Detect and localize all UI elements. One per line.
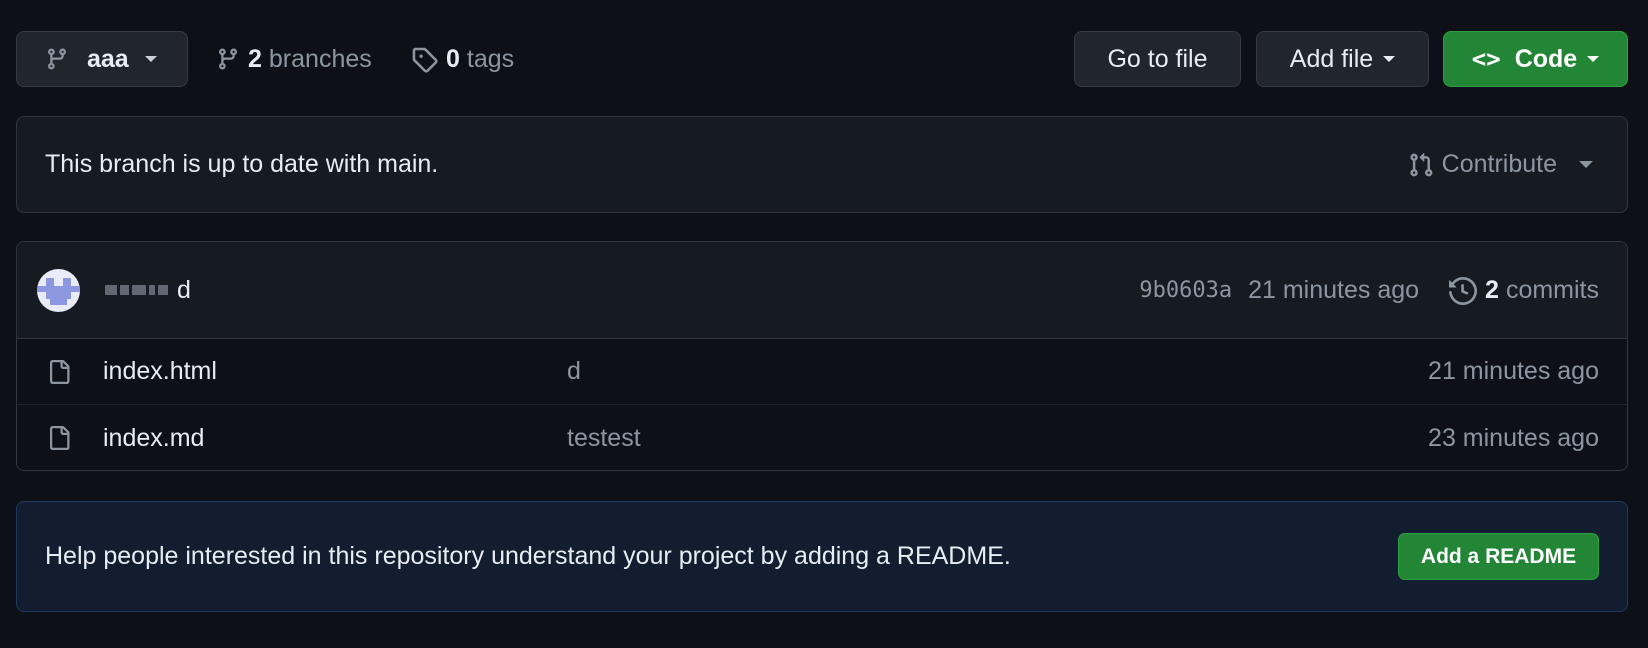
avatar[interactable] (37, 269, 80, 312)
code-button[interactable]: <> Code (1443, 31, 1628, 87)
add-file-button[interactable]: Add file (1256, 31, 1429, 87)
file-name[interactable]: index.html (103, 357, 217, 386)
code-icon: <> (1471, 45, 1501, 73)
file-commit-message[interactable]: d (567, 357, 581, 386)
author-name-redacted[interactable] (105, 278, 169, 302)
readme-prompt-message: Help people interested in this repositor… (45, 542, 1011, 570)
latest-commit-message[interactable]: d (177, 242, 191, 339)
file-row[interactable]: index.md testest 23 minutes ago (17, 405, 1627, 470)
chevron-down-icon (144, 56, 157, 62)
branch-status-banner: This branch is up to date with main. Con… (16, 116, 1628, 213)
latest-commit-meta: 9b0603a 21 minutes ago 2 commits (1139, 242, 1599, 339)
file-row[interactable]: index.html d 21 minutes ago (17, 339, 1627, 405)
commits-link[interactable]: 2 commits (1449, 276, 1599, 305)
go-to-file-label: Go to file (1107, 44, 1208, 73)
file-icon (50, 426, 70, 450)
git-branch-icon (47, 48, 66, 70)
file-commit-age: 23 minutes ago (1428, 423, 1599, 452)
branches-label: branches (268, 44, 372, 73)
tag-icon (412, 47, 438, 73)
repo-toolbar: aaa 2 branches 0 tags Go to file Add fil… (16, 31, 1628, 87)
go-to-file-button[interactable]: Go to file (1074, 31, 1241, 87)
commit-time: 21 minutes ago (1248, 276, 1420, 304)
git-branch-icon (218, 48, 237, 70)
chevron-down-icon (1587, 56, 1600, 62)
file-commit-age: 21 minutes ago (1428, 357, 1599, 385)
readme-prompt-banner: Help people interested in this repositor… (16, 501, 1628, 612)
commits-label: commits (1505, 276, 1599, 304)
latest-commit-bar: d 9b0603a 21 minutes ago 2 commits (17, 242, 1627, 339)
file-icon (50, 360, 70, 384)
repo-file-browser: aaa 2 branches 0 tags Go to file Add fil… (0, 0, 1648, 648)
commits-count: 2 (1485, 276, 1499, 304)
code-label: Code (1514, 44, 1578, 73)
add-file-label: Add file (1289, 44, 1374, 73)
contribute-dropdown[interactable]: Contribute (1408, 117, 1593, 212)
commit-sha[interactable]: 9b0603a (1139, 278, 1232, 303)
add-readme-button[interactable]: Add a README (1398, 533, 1599, 580)
pull-request-icon (1410, 152, 1433, 176)
tags-link[interactable]: 0 tags (411, 31, 514, 87)
branches-count: 2 (248, 44, 262, 73)
branch-name: aaa (87, 44, 129, 73)
chevron-down-icon (1383, 56, 1396, 62)
file-name[interactable]: index.md (103, 424, 204, 453)
branch-select-button[interactable]: aaa (16, 31, 188, 87)
contribute-label: Contribute (1441, 150, 1557, 178)
branches-link[interactable]: 2 branches (216, 31, 372, 87)
chevron-down-icon (1579, 161, 1593, 168)
history-icon (1449, 276, 1478, 305)
tags-count: 0 (446, 44, 460, 73)
branch-status-message: This branch is up to date with main. (45, 150, 439, 178)
tags-label: tags (466, 44, 515, 73)
file-commit-message[interactable]: testest (567, 424, 641, 453)
file-table: d 9b0603a 21 minutes ago 2 commits index… (16, 241, 1628, 471)
